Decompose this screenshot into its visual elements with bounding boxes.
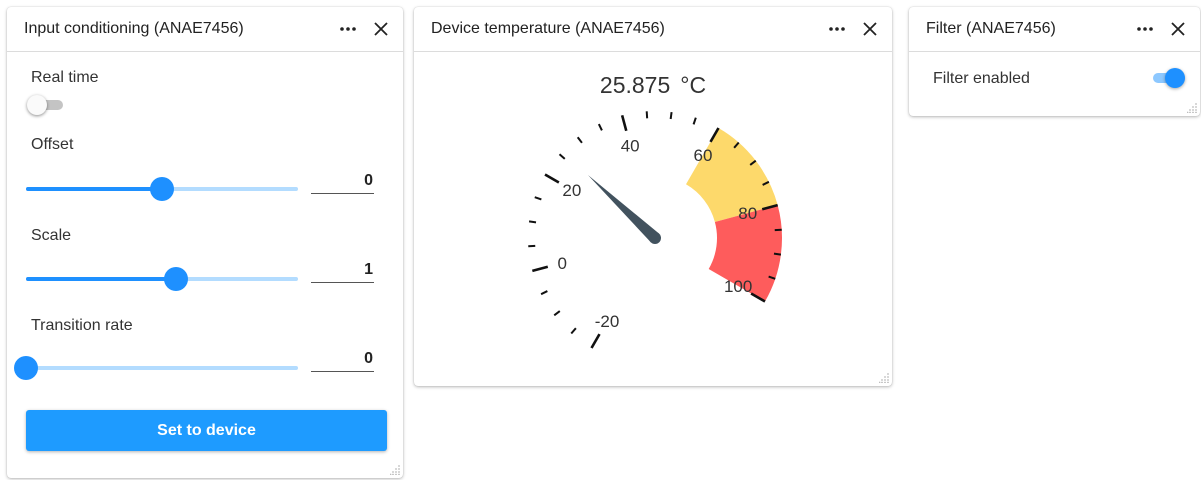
close-icon[interactable] xyxy=(1167,18,1189,40)
gauge-needle xyxy=(587,174,660,243)
temperature-gauge: 25.875 °C -20 0 20 40 60 80 100 xyxy=(528,72,782,349)
gauge-tick-label: -20 xyxy=(595,312,620,331)
filter-panel: Filter (ANAE7456) Filter enabled xyxy=(909,7,1200,116)
transition-rate-label: Transition rate xyxy=(31,317,133,334)
gauge-minor-tick xyxy=(597,123,603,131)
gauge-tick-label: 80 xyxy=(738,204,757,223)
offset-label: Offset xyxy=(31,136,74,153)
panel-header: Input conditioning (ANAE7456) xyxy=(7,7,403,52)
transition-rate-slider[interactable] xyxy=(14,353,298,383)
transition-rate-input[interactable]: 0 xyxy=(311,348,374,372)
scale-label: Scale xyxy=(31,227,72,244)
input-conditioning-panel: Input conditioning (ANAE7456) Real time … xyxy=(7,7,403,478)
real-time-toggle[interactable] xyxy=(25,93,65,117)
slider-thumb[interactable] xyxy=(14,356,38,380)
slider-thumb[interactable] xyxy=(163,267,188,291)
more-horizontal-icon[interactable] xyxy=(1134,18,1156,40)
gauge-tick-label: 100 xyxy=(724,277,752,296)
more-horizontal-icon[interactable] xyxy=(337,18,359,40)
device-temperature-panel: Device temperature (ANAE7456) 25.875 °C -… xyxy=(414,7,892,386)
offset-slider[interactable] xyxy=(26,174,298,204)
gauge-minor-tick xyxy=(773,252,782,256)
gauge-tick-label: 40 xyxy=(621,136,640,155)
scale-input[interactable]: 1 xyxy=(311,259,374,283)
gauge-major-tick xyxy=(531,265,549,273)
panel-header: Filter (ANAE7456) xyxy=(909,7,1200,52)
gauge-tick-label: 60 xyxy=(694,146,713,165)
gauge-minor-tick xyxy=(692,117,697,125)
close-icon[interactable] xyxy=(370,18,392,40)
set-to-device-button[interactable]: Set to device xyxy=(26,410,387,451)
gauge-minor-tick xyxy=(669,111,673,120)
gauge-minor-tick xyxy=(558,153,566,160)
gauge-major-tick xyxy=(544,173,560,184)
slider-thumb[interactable] xyxy=(150,177,174,201)
resize-grip-icon[interactable] xyxy=(1187,103,1197,113)
gauge-major-tick xyxy=(620,114,628,132)
gauge-tick-label: 20 xyxy=(562,181,581,200)
gauge-tick-label: 0 xyxy=(558,254,567,273)
real-time-label: Real time xyxy=(31,69,99,86)
gauge-minor-tick xyxy=(534,196,542,201)
filter-enabled-toggle[interactable] xyxy=(1147,66,1187,90)
resize-grip-icon[interactable] xyxy=(390,465,400,475)
gauge-minor-tick xyxy=(576,136,583,144)
filter-enabled-label: Filter enabled xyxy=(933,70,1030,87)
scale-slider[interactable] xyxy=(26,264,298,294)
resize-grip-icon[interactable] xyxy=(879,373,889,383)
gauge-minor-tick xyxy=(570,327,577,335)
panel-title: Filter (ANAE7456) xyxy=(926,20,1056,37)
gauge-major-tick xyxy=(590,333,601,349)
gauge-minor-tick xyxy=(553,310,561,317)
panel-title: Input conditioning (ANAE7456) xyxy=(24,20,244,37)
gauge-needle-hub xyxy=(649,232,661,244)
temperature-value: 25.875 °C xyxy=(600,72,706,98)
gauge-minor-tick xyxy=(540,290,548,296)
offset-input[interactable]: 0 xyxy=(311,170,374,194)
gauge-minor-tick xyxy=(528,220,537,224)
